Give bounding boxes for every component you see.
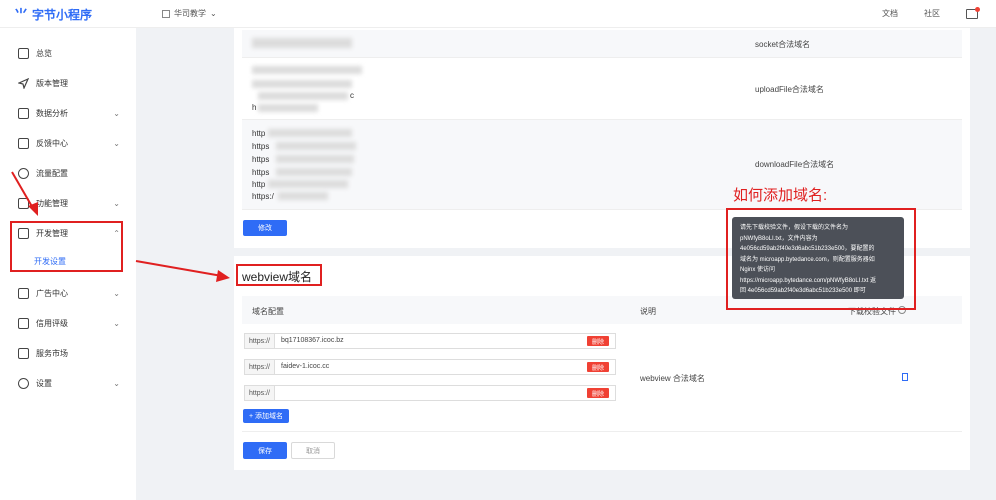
- sidebar-item-analytics[interactable]: 数据分析 ⌄: [0, 98, 136, 128]
- row-prefix: https:/: [252, 192, 274, 201]
- sidebar-item-label: 数据分析: [36, 108, 68, 118]
- domain-input-1[interactable]: https:// bq17108367.icoc.bz 删除: [244, 333, 616, 349]
- row-desc: downloadFile合法域名: [755, 160, 835, 169]
- highlight-box: [726, 208, 916, 310]
- sidebar-item-label: 流量配置: [36, 168, 68, 178]
- mail-icon[interactable]: [966, 6, 980, 19]
- row-desc: uploadFile合法域名: [755, 85, 824, 94]
- sidebar-item-credit[interactable]: 信用评级 ⌄: [0, 308, 136, 338]
- chevron-down-icon: ⌄: [113, 288, 120, 298]
- cancel-button[interactable]: 取消: [291, 442, 335, 459]
- sidebar-item-market[interactable]: 服务市场: [0, 338, 136, 368]
- blurred-domain: [252, 66, 362, 74]
- save-button[interactable]: 保存: [243, 442, 287, 459]
- docs-link[interactable]: 文档: [882, 8, 898, 19]
- gear-icon: [18, 377, 29, 389]
- message-icon: [18, 137, 29, 149]
- input-prefix: https://: [245, 360, 275, 374]
- app-name: 华司教学: [174, 9, 206, 18]
- row-prefix: http: [252, 180, 266, 189]
- top-bar: ⺌ 字节小程序 华司教学 ⌄ 文档 社区: [0, 0, 996, 28]
- blurred-domain: [278, 192, 328, 200]
- row-prefix: https: [252, 155, 270, 164]
- market-icon: [18, 347, 29, 359]
- row-prefix: https: [252, 142, 270, 151]
- logo-icon: ⺌: [14, 6, 28, 23]
- blurred-domain: [268, 180, 348, 188]
- sidebar-item-label: 反馈中心: [36, 138, 68, 148]
- sidebar-item-label: 服务市场: [36, 348, 68, 358]
- chevron-down-icon: ⌄: [113, 198, 120, 208]
- sidebar-item-overview[interactable]: 总览: [0, 38, 136, 68]
- red-arrow: [135, 260, 223, 277]
- rating-icon: [18, 317, 29, 329]
- chevron-down-icon: ⌄: [113, 378, 120, 388]
- table-row: c h: [242, 58, 962, 120]
- send-icon: [17, 77, 30, 90]
- blurred-domain: [258, 92, 348, 100]
- blurred-domain: [276, 155, 354, 163]
- table-row: [242, 30, 962, 58]
- col-desc: 说明: [640, 307, 656, 316]
- sidebar-item-version[interactable]: 版本管理: [0, 68, 136, 98]
- sidebar-item-label: 信用评级: [36, 318, 68, 328]
- domain-input-2[interactable]: https:// faidev-1.icoc.cc 删除: [244, 359, 616, 375]
- sidebar-item-traffic[interactable]: 流量配置: [0, 158, 136, 188]
- chevron-down-icon: ⌄: [210, 9, 217, 18]
- blurred-domain: [252, 38, 352, 48]
- divider: [242, 431, 962, 432]
- grid-icon: [162, 9, 170, 18]
- sidebar-item-settings[interactable]: 设置 ⌄: [0, 368, 136, 398]
- sidebar-item-feedback[interactable]: 反馈中心 ⌄: [0, 128, 136, 158]
- input-prefix: https://: [245, 386, 275, 400]
- sidebar-item-ads[interactable]: 广告中心 ⌄: [0, 278, 136, 308]
- table-row: http https https https http https:/: [242, 120, 962, 210]
- chevron-down-icon: ⌄: [113, 138, 120, 148]
- edit-button[interactable]: 修改: [243, 220, 287, 236]
- add-domain-button[interactable]: + 添加域名: [243, 409, 289, 423]
- input-prefix: https://: [245, 334, 275, 348]
- chevron-down-icon: ⌄: [113, 318, 120, 328]
- sidebar-item-label: 功能管理: [36, 198, 68, 208]
- logo[interactable]: ⺌ 字节小程序: [14, 6, 92, 23]
- arrow-head: [216, 270, 230, 282]
- webview-desc: webview 合法域名: [640, 374, 705, 383]
- cube-icon: [18, 197, 29, 209]
- highlight-box: [10, 221, 123, 272]
- blurred-domain: [276, 168, 352, 176]
- blurred-domain: [268, 129, 352, 137]
- row-prefix: c: [350, 91, 354, 100]
- home-icon: [18, 47, 29, 59]
- delete-button[interactable]: 删除: [587, 336, 609, 346]
- logo-text: 字节小程序: [32, 8, 93, 22]
- notification-dot: [975, 6, 980, 12]
- share-icon: [18, 167, 29, 179]
- row-desc: socket合法域名: [755, 40, 811, 49]
- sidebar-item-label: 版本管理: [36, 78, 68, 88]
- blurred-domain: [258, 104, 318, 112]
- chart-icon: [18, 107, 29, 119]
- highlight-box: [236, 264, 322, 286]
- chevron-down-icon: ⌄: [113, 108, 120, 118]
- blurred-domain: [276, 142, 356, 150]
- input-value[interactable]: faidev-1.icoc.cc: [281, 363, 329, 370]
- annotation-text: 如何添加域名:: [733, 187, 828, 204]
- delete-button[interactable]: 删除: [587, 388, 609, 398]
- blurred-domain: [252, 80, 352, 88]
- domain-input-3[interactable]: https:// 删除: [244, 385, 616, 401]
- col-domain: 域名配置: [252, 307, 284, 316]
- community-link[interactable]: 社区: [924, 8, 940, 19]
- megaphone-icon: [18, 287, 29, 299]
- row-prefix: https: [252, 168, 270, 177]
- row-prefix: http: [252, 129, 266, 138]
- sidebar-item-label: 设置: [36, 378, 52, 388]
- sidebar-item-label: 广告中心: [36, 288, 68, 298]
- sidebar-item-features[interactable]: 功能管理 ⌄: [0, 188, 136, 218]
- app-selector[interactable]: 华司教学 ⌄: [162, 8, 217, 19]
- row-prefix: h: [252, 103, 257, 112]
- file-icon[interactable]: [902, 373, 908, 381]
- sidebar-item-label: 总览: [36, 48, 52, 58]
- delete-button[interactable]: 删除: [587, 362, 609, 372]
- input-value[interactable]: bq17108367.icoc.bz: [281, 337, 344, 344]
